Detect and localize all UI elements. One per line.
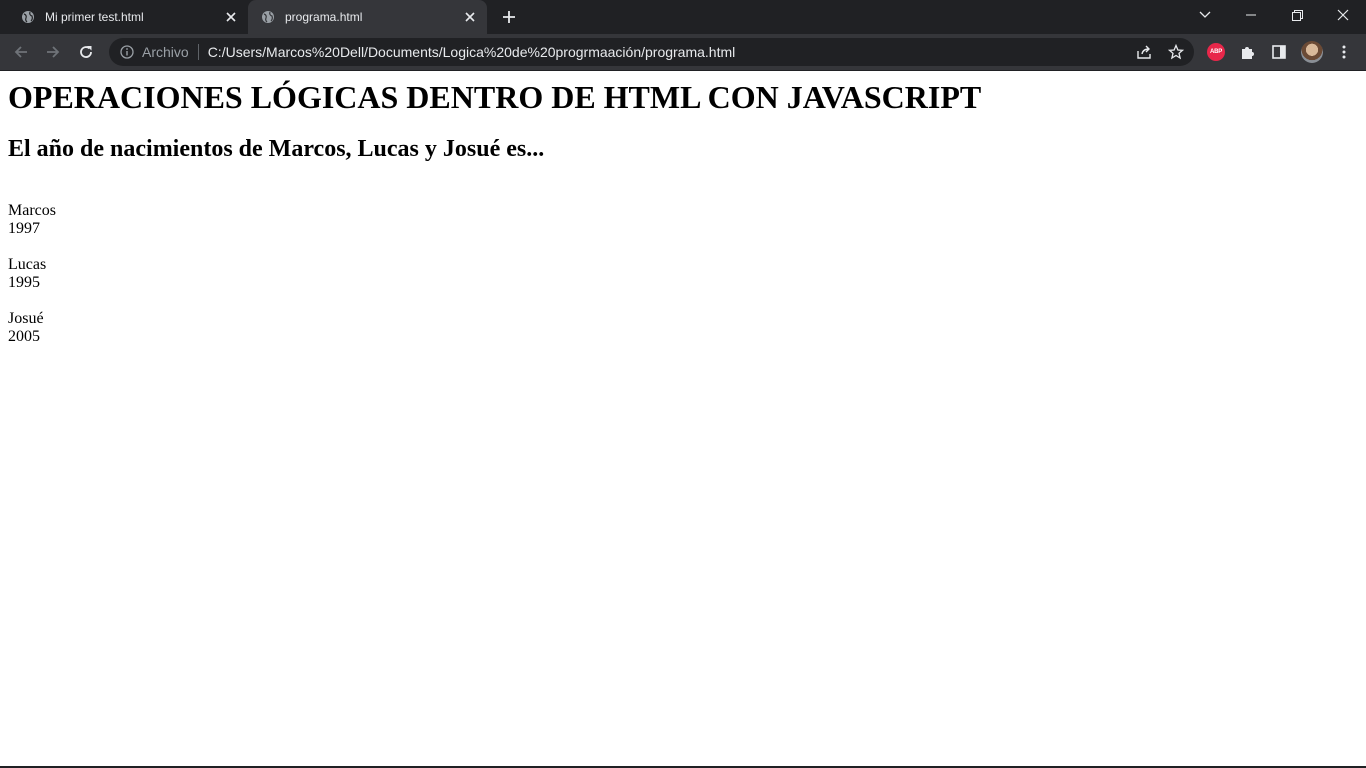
adblock-icon: ABP [1207, 43, 1225, 61]
tab-programa[interactable]: programa.html [248, 0, 487, 34]
kebab-menu-icon [1342, 45, 1346, 59]
close-icon[interactable] [461, 8, 479, 26]
person-name: Lucas [8, 256, 47, 273]
avatar [1301, 41, 1323, 63]
plus-icon [503, 11, 515, 23]
address-bar[interactable]: Archivo C:/Users/Marcos%20Dell/Documents… [109, 38, 1194, 66]
url-text[interactable]: C:/Users/Marcos%20Dell/Documents/Logica%… [208, 44, 736, 60]
page-title: OPERACIONES LÓGICAS DENTRO DE HTML CON J… [8, 79, 982, 115]
globe-icon [21, 10, 35, 24]
reload-icon [80, 46, 92, 58]
tab-title: programa.html [285, 10, 363, 24]
puzzle-icon [1242, 47, 1254, 59]
minimize-button[interactable] [1228, 0, 1274, 30]
person-name: Josué [8, 310, 44, 327]
tab-search-button[interactable] [1182, 0, 1228, 30]
browser-toolbar: Archivo C:/Users/Marcos%20Dell/Documents… [0, 34, 1366, 70]
extensions-button[interactable] [1235, 39, 1261, 65]
page-subtitle: El año de nacimientos de Marcos, Lucas y… [8, 136, 545, 162]
divider [197, 44, 199, 60]
new-tab-button[interactable] [498, 6, 520, 28]
arrow-right-icon [47, 46, 60, 58]
restore-icon [1291, 9, 1303, 21]
side-panel-icon [1272, 45, 1286, 59]
person-entry: Josué 2005 [8, 310, 44, 346]
share-icon[interactable] [1132, 40, 1156, 64]
tab-title: Mi primer test.html [45, 10, 144, 24]
close-icon [1337, 9, 1349, 21]
person-entry: Marcos 1997 [8, 202, 56, 238]
person-year: 1997 [8, 220, 40, 237]
tab-mi-primer-test[interactable]: Mi primer test.html [8, 0, 248, 34]
back-button[interactable] [8, 39, 34, 65]
arrow-left-icon [14, 46, 27, 58]
forward-button[interactable] [40, 39, 66, 65]
person-name: Marcos [8, 202, 56, 219]
person-year: 1995 [8, 274, 40, 291]
reload-button[interactable] [73, 39, 99, 65]
tab-strip: Mi primer test.html programa.html [0, 0, 1366, 34]
restore-button[interactable] [1274, 0, 1320, 30]
menu-button[interactable] [1331, 39, 1357, 65]
side-panel-button[interactable] [1266, 39, 1292, 65]
close-window-button[interactable] [1320, 0, 1366, 30]
bookmark-star-icon[interactable] [1164, 40, 1188, 64]
security-label: Archivo [142, 44, 189, 60]
chevron-down-icon [1199, 11, 1211, 18]
minimize-icon [1246, 14, 1256, 16]
close-icon[interactable] [222, 8, 240, 26]
page-content: OPERACIONES LÓGICAS DENTRO DE HTML CON J… [8, 71, 1366, 768]
globe-icon [261, 10, 275, 24]
profile-button[interactable] [1299, 39, 1325, 65]
adblock-extension-button[interactable]: ABP [1203, 39, 1229, 65]
person-year: 2005 [8, 328, 40, 345]
info-icon[interactable] [119, 44, 135, 60]
person-entry: Lucas 1995 [8, 256, 46, 292]
